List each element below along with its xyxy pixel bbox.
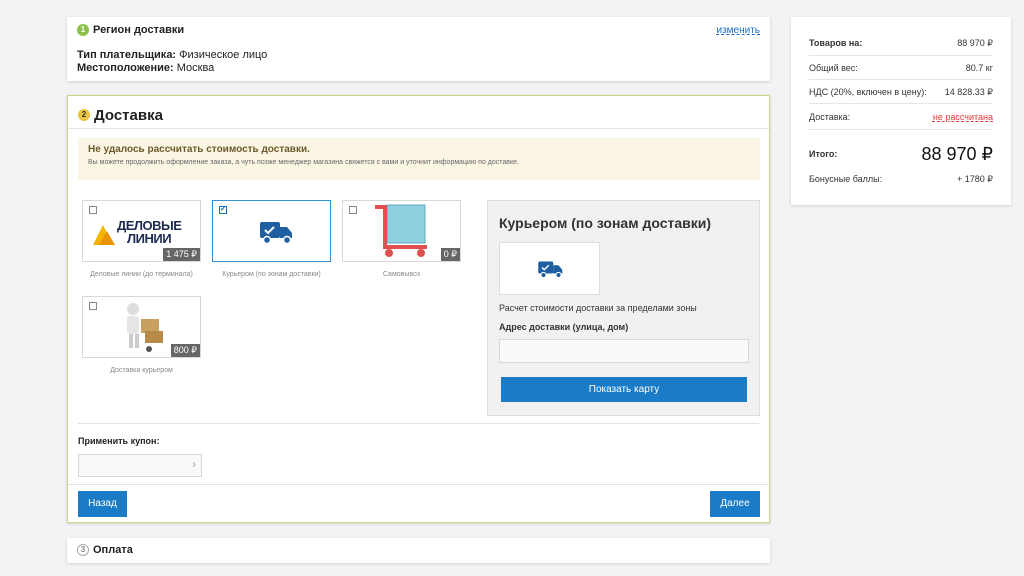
bonus-value: + 1780 ₽ — [956, 174, 993, 184]
truck-icon — [538, 261, 563, 279]
delivery-option-pickup[interactable]: 0 ₽ — [342, 200, 461, 262]
divider — [809, 129, 993, 130]
goods-label: Товаров на: — [809, 38, 863, 48]
total-value: 88 970 ₽ — [921, 144, 993, 164]
location-label: Местоположение: — [77, 62, 174, 74]
show-map-button[interactable]: Показать карту — [501, 377, 747, 402]
summary-delivery-row: Доставка: не рассчитана — [809, 112, 993, 122]
next-button[interactable]: Далее — [710, 491, 760, 517]
delivery-option-courier[interactable]: 800 ₽ — [82, 296, 201, 358]
region-section: 1 Регион доставки изменить Тип плательщик… — [67, 17, 770, 81]
order-summary: Товаров на: 88 970 ₽ Общий вес: 80.7 кг … — [791, 17, 1011, 205]
option-checkbox[interactable] — [349, 206, 357, 214]
summary-weight-row: Общий вес: 80.7 кг — [809, 63, 993, 73]
option-label: Самовывоз — [382, 271, 421, 278]
region-title: 1 Регион доставки — [77, 24, 185, 37]
courier-person-icon — [127, 303, 163, 352]
option-checkbox-checked[interactable]: ✔ — [219, 206, 227, 214]
summary-bonus-row: Бонусные баллы: + 1780 ₽ — [809, 174, 993, 184]
coupon-input[interactable]: › — [78, 454, 202, 477]
payment-title-text: Оплата — [93, 544, 133, 557]
divider — [78, 423, 759, 424]
summary-goods-row: Товаров на: 88 970 ₽ — [809, 38, 993, 48]
payment-title: 3 Оплата — [77, 544, 133, 557]
option-label: Доставка курьером — [110, 367, 173, 374]
option-price: 0 ₽ — [440, 248, 460, 261]
delivery-option-delovye-linii[interactable]: ДЕЛОВЫЕ ЛИНИИ 1 475 ₽ — [82, 200, 201, 262]
option-checkbox[interactable] — [89, 302, 97, 310]
divider — [809, 103, 993, 104]
weight-value: 80.7 кг — [965, 63, 993, 73]
bonus-label: Бонусные баллы: — [809, 174, 883, 184]
delivery-section: 2 Доставка Не удалось рассчитать стоимост… — [67, 95, 770, 523]
back-button[interactable]: Назад — [78, 491, 127, 517]
chevron-right-icon[interactable]: › — [192, 459, 196, 471]
payer-type-label: Тип плательщика: — [77, 49, 177, 61]
option-label: Деловые линии (до терминала) — [90, 271, 193, 278]
payer-type-value: Физическое лицо — [179, 49, 268, 61]
delivery-cost-value[interactable]: не рассчитана — [933, 112, 993, 122]
coupon-label: Применить купон: — [78, 436, 160, 446]
divider — [68, 128, 769, 129]
step-number-badge: 3 — [77, 544, 89, 557]
alert-title: Не удалось рассчитать стоимость доставки… — [88, 144, 310, 155]
courier-description: Расчет стоимости доставки за пределами з… — [499, 303, 697, 313]
location-line: Местоположение: Москва — [77, 62, 214, 74]
delivery-option-courier-zones[interactable]: ✔ — [212, 200, 331, 262]
courier-image — [499, 242, 600, 295]
step-number-badge: 1 — [77, 24, 89, 37]
location-value: Москва — [176, 62, 215, 74]
divider — [809, 55, 993, 56]
address-label: Адрес доставки (улица, дом) — [499, 322, 629, 332]
step-number-badge: 2 — [78, 109, 90, 122]
vat-value: 14 828.33 ₽ — [944, 87, 993, 97]
delivery-label: Доставка: — [809, 112, 851, 122]
divider — [68, 484, 769, 485]
truck-icon — [260, 222, 292, 245]
pickup-cart-icon — [375, 204, 427, 257]
summary-vat-row: НДС (20%, включен в цену): 14 828.33 ₽ — [809, 87, 993, 97]
delivery-title: 2 Доставка — [78, 106, 163, 124]
divider — [809, 79, 993, 80]
region-title-text: Регион доставки — [93, 24, 185, 37]
summary-total-row: Итого: 88 970 ₽ — [809, 144, 993, 166]
weight-label: Общий вес: — [809, 63, 858, 73]
change-region-link[interactable]: изменить — [716, 25, 760, 36]
total-label: Итого: — [809, 149, 838, 159]
alert-text: Вы можете продолжить оформление заказа, … — [88, 159, 519, 166]
delivery-title-text: Доставка — [94, 106, 163, 124]
courier-details-panel: Курьером (по зонам доставки) Расчет стои… — [487, 200, 760, 416]
payer-type-line: Тип плательщика: Физическое лицо — [77, 49, 267, 61]
vat-label: НДС (20%, включен в цену): — [809, 87, 927, 97]
courier-title: Курьером (по зонам доставки) — [499, 215, 712, 231]
option-label: Курьером (по зонам доставки) — [222, 271, 321, 278]
delivery-alert: Не удалось рассчитать стоимость доставки… — [78, 138, 760, 180]
option-price: 800 ₽ — [170, 344, 200, 357]
option-price: 1 475 ₽ — [163, 248, 200, 261]
delovye-linii-logo-text: ДЕЛОВЫЕ ЛИНИИ — [117, 218, 182, 246]
address-input[interactable] — [499, 339, 749, 363]
goods-value: 88 970 ₽ — [957, 38, 993, 48]
payment-section[interactable]: 3 Оплата — [67, 538, 770, 563]
